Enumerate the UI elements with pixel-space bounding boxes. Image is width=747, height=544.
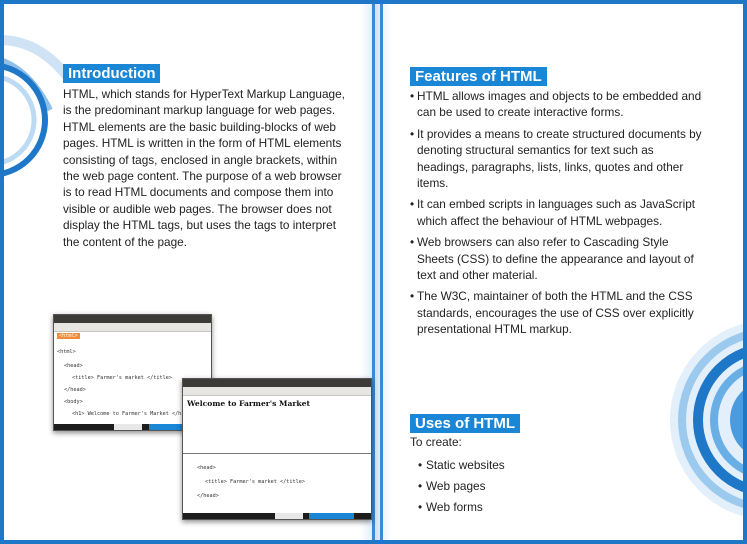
- browser-statusbar: [183, 513, 371, 519]
- code-line: <title> Farmer's market </title>: [205, 479, 305, 485]
- code-line: </head>: [197, 493, 219, 499]
- feature-item: HTML allows images and objects to be emb…: [410, 88, 705, 121]
- use-item: Web forms: [410, 497, 610, 518]
- features-list: HTML allows images and objects to be emb…: [410, 88, 705, 343]
- code-line: <head>: [197, 465, 216, 471]
- browser-page-heading: Welcome to Farmer's Market: [187, 399, 310, 408]
- use-item: Web pages: [410, 476, 610, 497]
- browser-titlebar: [183, 379, 371, 387]
- feature-item: It provides a means to create structured…: [410, 126, 705, 192]
- uses-intro: To create:: [410, 435, 462, 449]
- feature-item: The W3C, maintainer of both the HTML and…: [410, 288, 705, 337]
- spine-line: [372, 4, 375, 540]
- use-item: Static websites: [410, 455, 610, 476]
- introduction-text: HTML, which stands for HyperText Markup …: [63, 87, 345, 249]
- code-line: <html>: [57, 333, 80, 339]
- brochure-page: Introduction HTML, which stands for Hype…: [0, 0, 747, 544]
- code-line: <h1> Welcome to Farmer's Market </h1>: [72, 411, 188, 417]
- editor-titlebar: [54, 315, 211, 323]
- editor-toolbar: [54, 323, 211, 332]
- spine-line: [380, 4, 383, 540]
- uses-heading: Uses of HTML: [410, 414, 521, 433]
- code-line: <html>: [57, 349, 76, 355]
- introduction-heading: Introduction: [63, 64, 161, 83]
- features-heading: Features of HTML: [410, 67, 547, 86]
- code-line: <head>: [64, 363, 83, 369]
- feature-item: It can embed scripts in languages such a…: [410, 196, 705, 229]
- frame-border: [743, 0, 747, 544]
- browser-screenshot: Welcome to Farmer's Market <head> <title…: [182, 378, 372, 520]
- feature-item: Web browsers can also refer to Cascading…: [410, 234, 705, 283]
- code-line: <body>: [64, 399, 83, 405]
- frame-border: [0, 0, 4, 544]
- frame-border: [0, 540, 747, 544]
- frame-border: [0, 0, 747, 4]
- browser-address-bar: [183, 387, 371, 396]
- uses-list: Static websites Web pages Web forms: [410, 455, 610, 518]
- code-line: </head>: [64, 387, 86, 393]
- code-line: <title> Farmer's market </title>: [72, 375, 172, 381]
